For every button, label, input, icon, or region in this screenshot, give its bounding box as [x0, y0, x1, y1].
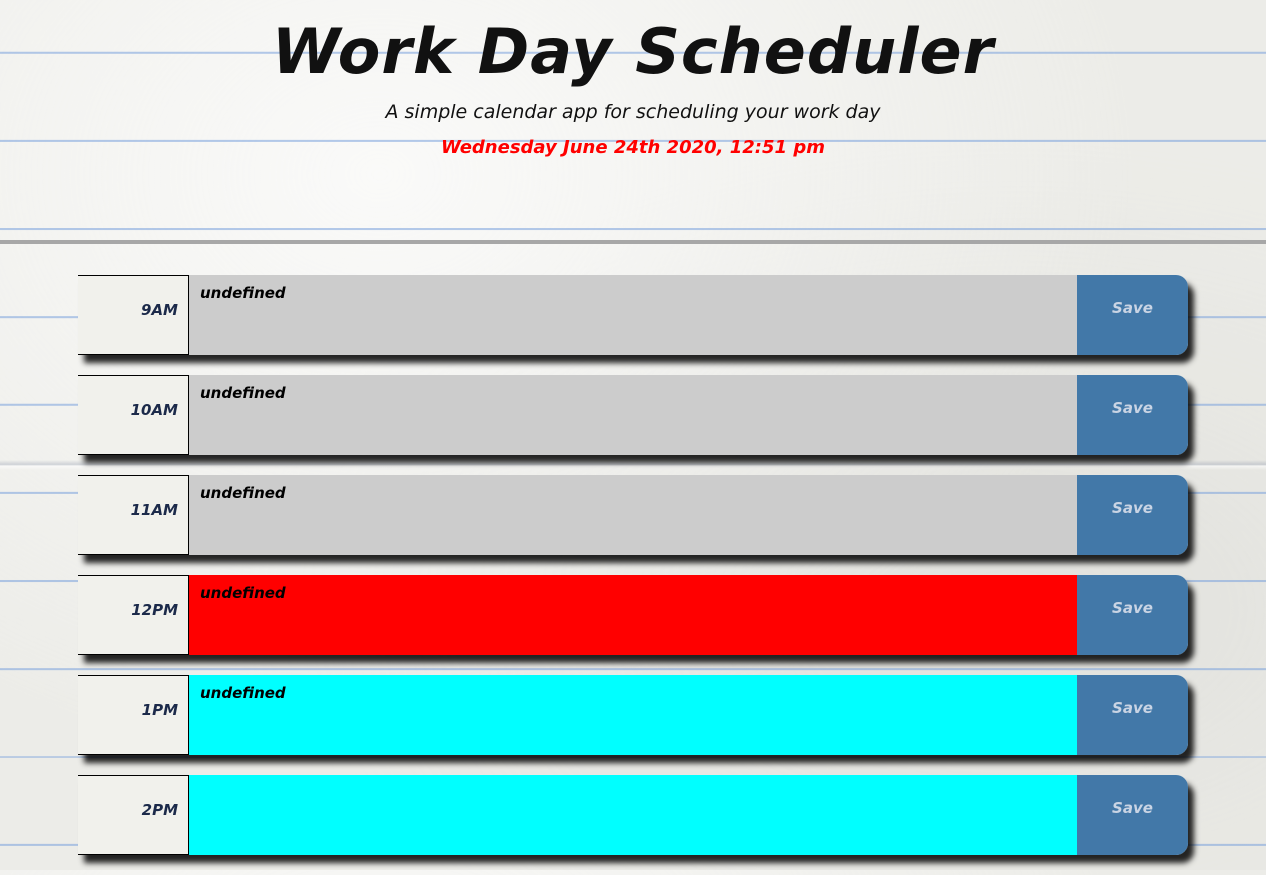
description-textarea[interactable] [189, 775, 1077, 855]
page-subtitle: A simple calendar app for scheduling you… [385, 101, 881, 123]
save-button[interactable]: Save [1077, 775, 1188, 855]
hour-label: 10AM [78, 375, 189, 455]
time-block: 9AM undefined Save [78, 275, 1188, 355]
time-block: 2PM Save [78, 775, 1188, 855]
save-button[interactable]: Save [1077, 275, 1188, 355]
save-button[interactable]: Save [1077, 475, 1188, 555]
header: Work Day Scheduler A simple calendar app… [0, 0, 1266, 244]
hour-label: 2PM [78, 775, 189, 855]
description-textarea[interactable]: undefined [189, 375, 1077, 455]
description-textarea[interactable]: undefined [189, 675, 1077, 755]
page-title: Work Day Scheduler [271, 15, 995, 88]
current-day: Wednesday June 24th 2020, 12:51 pm [441, 137, 825, 158]
save-button[interactable]: Save [1077, 575, 1188, 655]
description-textarea[interactable]: undefined [189, 275, 1077, 355]
description-textarea[interactable]: undefined [189, 575, 1077, 655]
hour-label: 1PM [78, 675, 189, 755]
time-block-list: 9AM undefined Save 10AM undefined Save 1… [78, 275, 1188, 875]
time-block: 12PM undefined Save [78, 575, 1188, 655]
time-block: 11AM undefined Save [78, 475, 1188, 555]
time-block: 1PM undefined Save [78, 675, 1188, 755]
hour-label: 12PM [78, 575, 189, 655]
save-button[interactable]: Save [1077, 375, 1188, 455]
save-button[interactable]: Save [1077, 675, 1188, 755]
time-block: 10AM undefined Save [78, 375, 1188, 455]
hour-label: 11AM [78, 475, 189, 555]
description-textarea[interactable]: undefined [189, 475, 1077, 555]
hour-label: 9AM [78, 275, 189, 355]
